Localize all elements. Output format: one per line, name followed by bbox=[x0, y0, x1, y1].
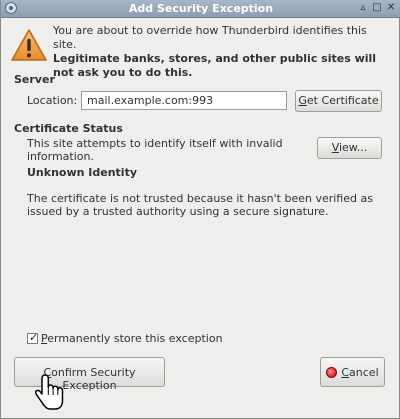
hand-pointer-icon bbox=[35, 374, 64, 410]
security-exception-dialog: Add Security Exception ▵ □ ✕ You are abo… bbox=[0, 0, 400, 419]
cancel-icon bbox=[326, 367, 338, 378]
view-certificate-button[interactable]: View... bbox=[317, 137, 382, 159]
get-certificate-button[interactable]: Get Certificate bbox=[295, 90, 382, 112]
intro-message: You are about to override how Thunderbir… bbox=[53, 24, 393, 80]
override-notice: You are about to override how Thunderbir… bbox=[53, 24, 367, 51]
shade-window-button[interactable]: ▵ bbox=[357, 2, 369, 14]
checkmark-icon: ✓ bbox=[29, 331, 39, 344]
cancel-button[interactable]: Cancel bbox=[320, 357, 385, 387]
permanently-store-checkbox[interactable]: ✓ bbox=[27, 331, 39, 344]
certificate-status-title: Certificate Status bbox=[14, 122, 123, 135]
title-bar[interactable]: Add Security Exception ▵ □ ✕ bbox=[1, 0, 400, 18]
close-window-button[interactable]: ✕ bbox=[385, 2, 397, 14]
trust-explanation: The certificate is not trusted because i… bbox=[27, 192, 373, 218]
permanently-store-label[interactable]: Permanently store this exception bbox=[41, 332, 223, 345]
server-section-title: Server bbox=[14, 73, 55, 86]
warning-triangle-icon bbox=[11, 29, 47, 61]
certificate-status-text: This site attempts to identify itself wi… bbox=[27, 137, 283, 163]
maximize-window-button[interactable]: □ bbox=[371, 2, 383, 14]
location-label: Location: bbox=[27, 94, 78, 107]
window-title: Add Security Exception bbox=[128, 2, 274, 15]
location-input[interactable] bbox=[81, 91, 287, 110]
unknown-identity-heading: Unknown Identity bbox=[27, 166, 138, 179]
legitimate-sites-warning: Legitimate banks, stores, and other publ… bbox=[53, 52, 377, 79]
